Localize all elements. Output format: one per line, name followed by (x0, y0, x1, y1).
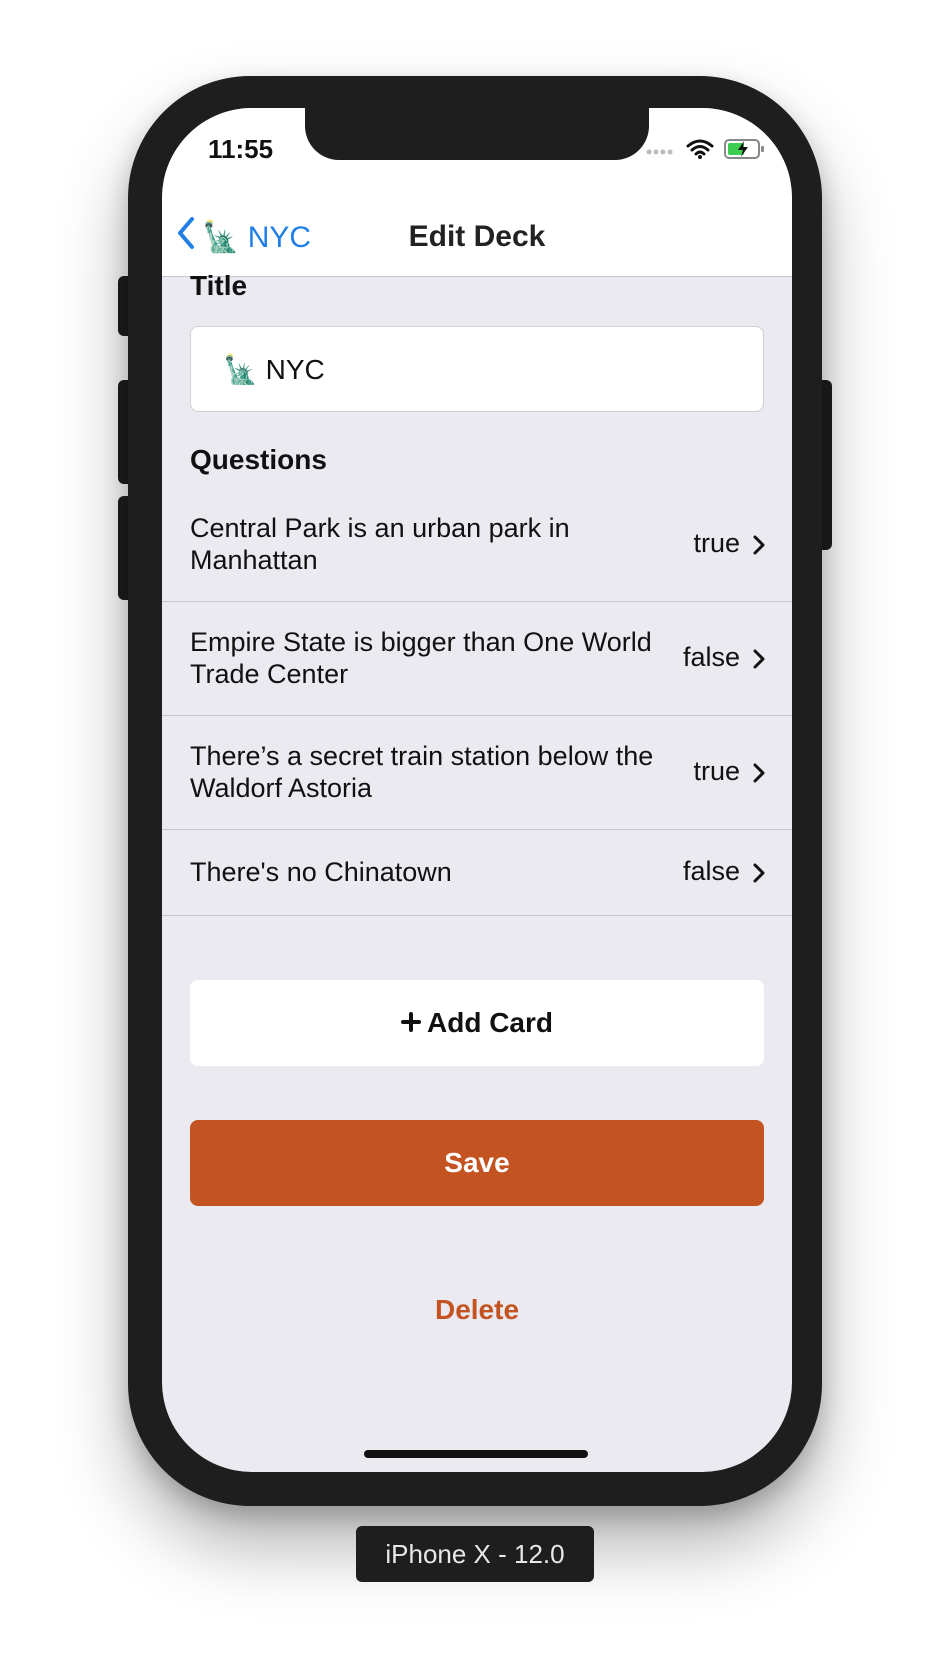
question-text: There’s a secret train station below the… (190, 741, 654, 803)
chevron-right-icon (753, 535, 765, 555)
home-indicator[interactable] (364, 1450, 588, 1458)
save-button[interactable]: Save (190, 1120, 764, 1206)
question-text: There's no Chinatown (190, 857, 452, 887)
add-card-button[interactable]: Add Card (190, 980, 764, 1066)
chevron-right-icon (753, 863, 765, 883)
title-input[interactable]: 🗽 NYC (190, 326, 764, 412)
question-text: Empire State is bigger than One World Tr… (190, 627, 652, 689)
title-label: Title (190, 270, 248, 301)
status-icons (646, 138, 766, 165)
delete-button[interactable]: Delete (162, 1294, 792, 1326)
status-time: 11:55 (208, 134, 274, 164)
chevron-right-icon (753, 649, 765, 669)
question-answer: false (682, 856, 740, 886)
plus-icon (401, 1007, 421, 1039)
question-row[interactable]: Empire State is bigger than One World Tr… (162, 602, 792, 716)
navigation-bar: 🗽 NYC Edit Deck (162, 198, 792, 277)
wifi-icon (686, 138, 714, 165)
signal-icon (646, 143, 676, 161)
chevron-right-icon (753, 763, 765, 783)
question-text: Central Park is an urban park in Manhatt… (190, 513, 570, 575)
page-title: Edit Deck (408, 220, 546, 253)
question-row[interactable]: There’s a secret train station below the… (162, 716, 792, 830)
question-row[interactable]: Central Park is an urban park in Manhatt… (162, 490, 792, 602)
notch (305, 108, 649, 160)
questions-label: Questions (190, 444, 327, 475)
question-row[interactable]: There's no Chinatown false (162, 830, 792, 916)
question-answer: false (682, 642, 740, 672)
question-answer: true (693, 756, 740, 786)
screen: 11:55 🗽 NYC Edit Deck Title 🗽 NYC Questi… (162, 108, 792, 1472)
question-answer: true (693, 528, 740, 558)
add-card-label: Add Card (427, 1007, 553, 1038)
battery-charging-icon (724, 138, 766, 165)
device-label: iPhone X - 12.0 (356, 1526, 594, 1582)
